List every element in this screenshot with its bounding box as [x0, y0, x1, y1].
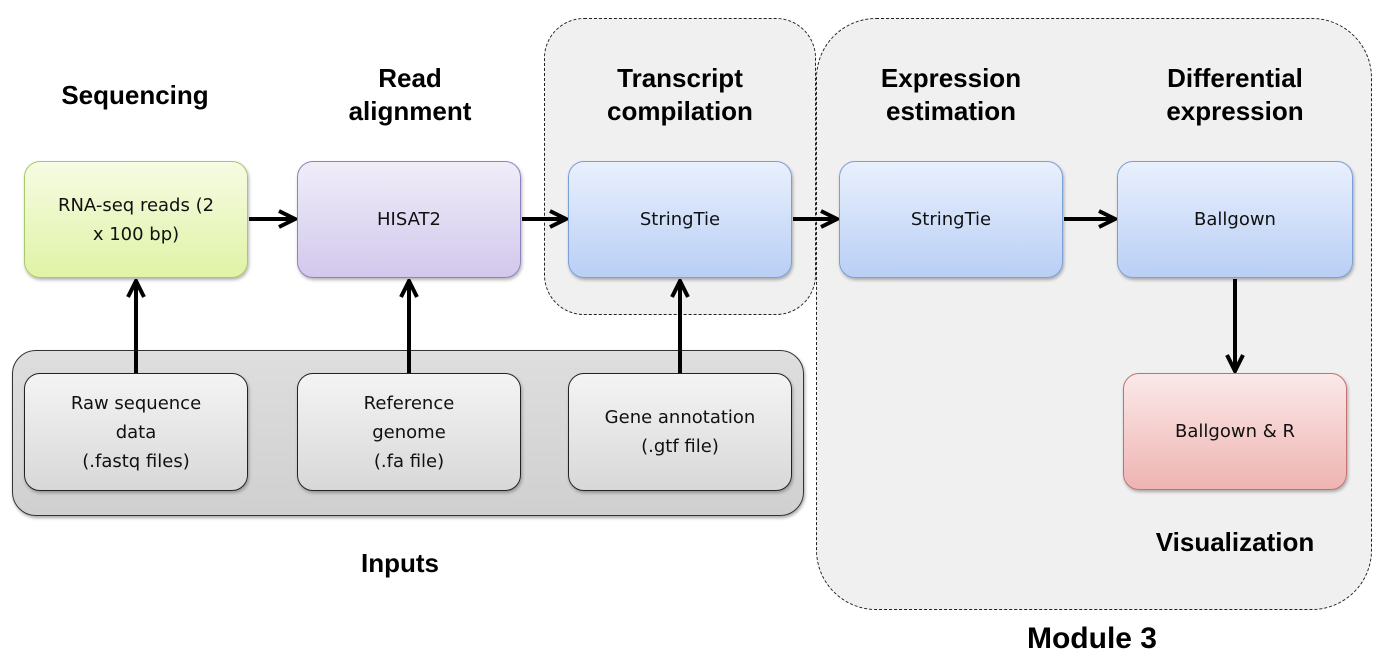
workflow-diagram: Sequencing Read alignment Transcript com… — [0, 0, 1388, 666]
arrows-layer — [0, 0, 1388, 373]
